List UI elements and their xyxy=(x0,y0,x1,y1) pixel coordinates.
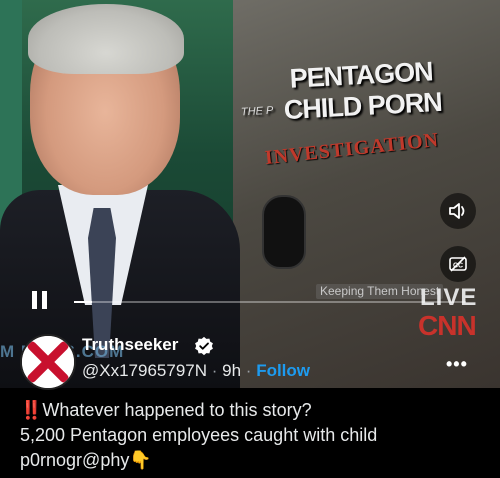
post-meta: @Xx17965797N · 9h · Follow xyxy=(82,361,310,381)
post-text-line2: 5,200 Pentagon employees caught with chi… xyxy=(20,425,378,445)
live-label: LIVE xyxy=(420,284,478,311)
speaker-icon xyxy=(449,203,465,219)
cnn-logo: CNN xyxy=(418,310,477,341)
pointing-down-emoji: 👇 xyxy=(129,450,152,470)
author-name[interactable]: Truthseeker xyxy=(82,335,178,355)
post-time[interactable]: 9h xyxy=(222,361,241,380)
book-title-prefix: THE P xyxy=(240,104,274,119)
double-exclamation-emoji: ‼️ xyxy=(20,400,43,420)
anchor-hair xyxy=(28,4,184,74)
follow-button[interactable]: Follow xyxy=(256,361,310,380)
separator-dot: · xyxy=(211,361,223,380)
separator-dot: · xyxy=(245,361,257,380)
verified-badge-icon xyxy=(195,336,213,356)
captions-button[interactable]: CC xyxy=(440,246,476,282)
post-text-line3-content: p0rnogr@phy xyxy=(20,450,130,470)
video-progress-bar[interactable] xyxy=(74,301,466,303)
book-title: PENTAGON CHILD PORN THE P xyxy=(241,55,464,127)
pause-icon[interactable] xyxy=(32,291,48,309)
red-x-avatar-icon xyxy=(22,336,74,388)
author-handle[interactable]: @Xx17965797N xyxy=(82,361,207,380)
video-player[interactable]: PENTAGON CHILD PORN THE P INVESTIGATION … xyxy=(0,0,500,388)
captions-off-icon: CC xyxy=(449,256,467,272)
post-text-line1: ‼️Whatever happened to this story? xyxy=(20,398,490,423)
mute-button[interactable] xyxy=(440,193,476,229)
computer-mouse-graphic xyxy=(262,195,306,269)
avatar[interactable] xyxy=(20,334,76,390)
post-text: ‼️Whatever happened to this story? 5,200… xyxy=(20,398,490,473)
post-text-line3: p0rnogr@phy👇 xyxy=(20,448,490,473)
post-text-line1-content: Whatever happened to this story? xyxy=(42,400,312,420)
video-progress-fill xyxy=(74,301,92,303)
more-options-icon[interactable]: ••• xyxy=(446,354,468,375)
